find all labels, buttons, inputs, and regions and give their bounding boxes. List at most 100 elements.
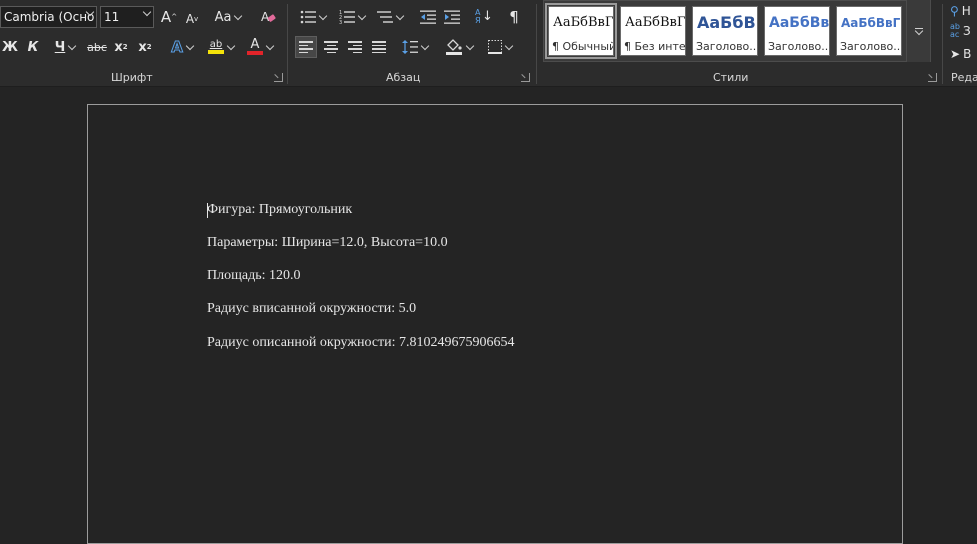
multilevel-list-button[interactable] [374, 6, 406, 28]
chevron-down-icon [265, 41, 275, 50]
align-left-button[interactable] [295, 36, 317, 58]
sort-icon: АЯ ↓ [475, 8, 493, 25]
document-line-inscribed-radius[interactable]: Радиус вписанной окружности: 5.0 [207, 301, 416, 317]
font-size-select[interactable]: 11 [100, 6, 154, 28]
borders-button[interactable] [484, 36, 516, 58]
bullet-list-icon [300, 10, 316, 24]
style-sample: АаБбВвГ [769, 15, 830, 31]
chevron-down-icon [465, 41, 475, 50]
align-center-icon [324, 41, 338, 53]
search-icon: ⚲ [950, 4, 959, 18]
font-color-button[interactable]: A [244, 36, 276, 58]
subscript-icon: x [114, 39, 123, 55]
divider [287, 4, 288, 84]
style-name: Заголово... [840, 40, 902, 53]
superscript-button[interactable]: x2 [136, 36, 154, 58]
highlight-color-button[interactable]: ab [204, 36, 238, 58]
strikethrough-button[interactable]: abc [86, 36, 108, 58]
underline-button[interactable]: Ч [50, 36, 80, 58]
chevron-down-icon [318, 11, 328, 20]
paragraph-dialog-launcher-icon[interactable] [521, 73, 530, 82]
borders-icon [488, 40, 502, 54]
font-family-select[interactable]: Cambria (Осно [0, 6, 97, 28]
cursor-arrow-icon: ➤ [950, 47, 961, 61]
subscript-mark: 2 [122, 43, 128, 51]
chevron-down-icon [142, 7, 152, 17]
style-heading-1[interactable]: АаБбВв Заголово... [692, 6, 758, 56]
superscript-icon: x [138, 39, 147, 55]
line-spacing-button[interactable] [399, 36, 431, 58]
style-name: ¶ Обычный [552, 40, 614, 53]
sort-button[interactable]: АЯ ↓ [474, 6, 494, 28]
styles-more-button[interactable] [906, 0, 930, 62]
replace-button[interactable]: ab ac З [950, 20, 977, 42]
document-line-parameters[interactable]: Параметры: Ширина=12.0, Высота=10.0 [207, 235, 448, 251]
divider [942, 4, 943, 84]
increase-indent-button[interactable] [442, 6, 462, 28]
numbering-button[interactable]: 1 2 3 [336, 6, 368, 28]
bullets-button[interactable] [297, 6, 329, 28]
svg-text:3: 3 [339, 20, 342, 24]
document-line-figure[interactable]: Фигура: Прямоугольник [207, 202, 352, 218]
shrink-font-button[interactable]: Av [183, 8, 201, 30]
style-no-spacing[interactable]: АаБбВвГ ¶ Без инте... [620, 6, 686, 56]
text-effects-icon: A [171, 38, 184, 57]
ribbon: Cambria (Осно 11 A ^ Av Aa A Ж К Ч abc x2… [0, 0, 977, 87]
styles-dialog-launcher-icon[interactable] [928, 73, 937, 82]
font-color-swatch [247, 51, 263, 55]
style-heading-3[interactable]: АаБбВвГг Заголово... [836, 6, 902, 56]
chevron-down-icon [226, 41, 236, 50]
bold-button[interactable]: Ж [2, 36, 18, 58]
text-effects-button[interactable]: A [167, 36, 197, 58]
style-sample: АаБбВв [697, 13, 757, 32]
italic-icon: К [27, 39, 39, 55]
strikethrough-icon: abc [87, 40, 107, 54]
font-size-value: 11 [104, 10, 120, 24]
align-right-button[interactable] [344, 36, 366, 58]
select-button[interactable]: ➤ В [950, 43, 977, 65]
chevron-down-icon [68, 41, 77, 50]
shading-button[interactable] [443, 36, 475, 58]
decrease-indent-icon [420, 10, 436, 24]
font-color-label: A [250, 37, 260, 52]
multilevel-list-icon [377, 11, 393, 23]
chevron-down-icon [234, 11, 243, 20]
chevron-down-icon [395, 11, 405, 20]
clear-formatting-button[interactable]: A [257, 6, 279, 28]
font-dialog-launcher-icon[interactable] [274, 73, 283, 82]
document-line-area[interactable]: Площадь: 120.0 [207, 268, 301, 284]
subscript-button[interactable]: x2 [112, 36, 130, 58]
document-line-circumscribed-radius[interactable]: Радиус описанной окружности: 7.810249675… [207, 335, 515, 351]
style-sample: АаБбВвГ [553, 15, 614, 30]
find-button[interactable]: ⚲ Н [950, 0, 977, 22]
align-right-icon [348, 41, 362, 53]
font-family-value: Cambria (Осно [4, 10, 95, 24]
decrease-indent-button[interactable] [418, 6, 438, 28]
justify-icon [372, 41, 386, 53]
style-sample: АаБбВвГг [841, 16, 902, 30]
grow-font-button[interactable]: A ^ [159, 6, 179, 28]
highlight-color-swatch [208, 50, 224, 54]
eraser-icon: A [261, 10, 276, 24]
change-case-button[interactable]: Aa [212, 6, 244, 28]
more-icon [914, 27, 923, 36]
styles-group-label: Стили [713, 71, 749, 84]
divider [536, 4, 537, 84]
show-marks-button[interactable]: ¶ [505, 6, 523, 28]
sort-label: АЯ [475, 8, 481, 25]
find-label: Н [961, 4, 971, 18]
replace-label: З [962, 24, 971, 38]
change-case-icon: Aa [214, 9, 232, 25]
align-center-button[interactable] [320, 36, 342, 58]
style-name: Заголово... [768, 40, 830, 53]
style-heading-2[interactable]: АаБбВвГ Заголово... [764, 6, 830, 56]
paragraph-group-label: Абзац [386, 71, 421, 84]
style-normal[interactable]: АаБбВвГ ¶ Обычный [545, 3, 617, 59]
document-page[interactable]: Фигура: Прямоугольник Параметры: Ширина=… [87, 104, 903, 544]
italic-button[interactable]: К [25, 36, 41, 58]
bold-icon: Ж [2, 39, 18, 55]
justify-button[interactable] [368, 36, 390, 58]
select-label: В [963, 47, 972, 61]
style-name: ¶ Без инте... [624, 40, 686, 53]
increase-indent-icon [444, 10, 460, 24]
